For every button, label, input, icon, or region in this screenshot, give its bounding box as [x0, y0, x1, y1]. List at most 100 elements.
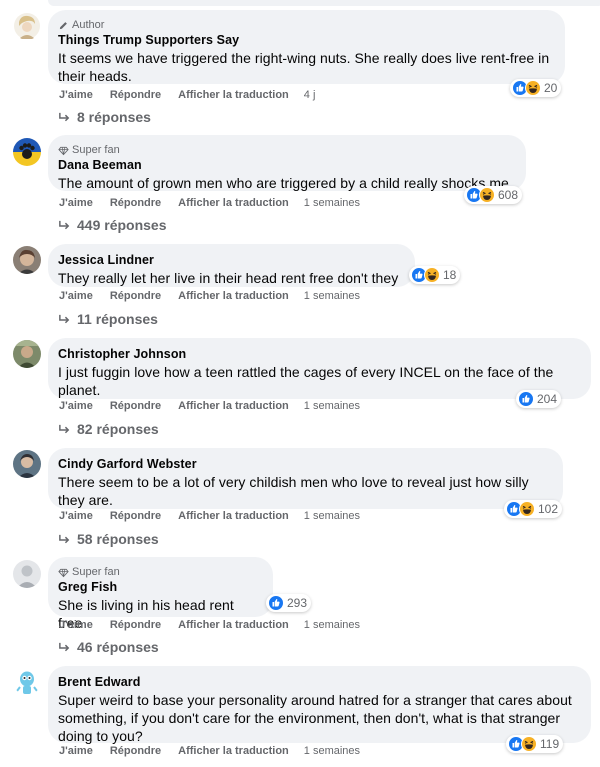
translate-link[interactable]: Afficher la traduction	[178, 87, 289, 103]
translate-link[interactable]: Afficher la traduction	[178, 195, 289, 211]
like-link[interactable]: J'aime	[59, 195, 93, 211]
reaction-summary[interactable]: 18	[409, 266, 461, 284]
comment-actions: J'aime Répondre Afficher la traduction 1…	[59, 617, 360, 633]
reply-link[interactable]: Répondre	[110, 398, 161, 414]
translate-link[interactable]: Afficher la traduction	[178, 398, 289, 414]
previous-comment-bubble-edge	[48, 0, 600, 6]
avatar[interactable]	[13, 138, 41, 166]
commenter-name[interactable]: Dana Beeman	[58, 157, 514, 173]
replies-count: 58 réponses	[77, 531, 159, 547]
diamond-icon	[58, 146, 69, 155]
reply-link[interactable]: Répondre	[110, 195, 161, 211]
comment-actions: J'aime Répondre Afficher la traduction 1…	[59, 195, 360, 211]
comment-text: I just fuggin love how a teen rattled th…	[58, 364, 554, 398]
haha-icon	[424, 267, 440, 283]
haha-icon	[479, 187, 495, 203]
avatar[interactable]	[13, 340, 41, 368]
reply-arrow-icon	[59, 642, 70, 651]
replies-link[interactable]: 46 réponses	[58, 637, 159, 657]
comment-text: Super weird to base your personality aro…	[58, 692, 572, 744]
avatar[interactable]	[13, 560, 41, 588]
replies-count: 82 réponses	[77, 421, 159, 437]
reply-link[interactable]: Répondre	[110, 508, 161, 524]
reaction-summary[interactable]: 204	[516, 390, 562, 408]
replies-link[interactable]: 449 réponses	[58, 215, 167, 235]
avatar[interactable]	[13, 12, 41, 40]
author-badge: Author	[58, 18, 553, 32]
comment-actions: J'aime Répondre Afficher la traduction 4…	[59, 87, 315, 103]
commenter-name[interactable]: Christopher Johnson	[58, 346, 579, 362]
haha-icon	[525, 80, 541, 96]
diamond-icon	[58, 568, 69, 577]
replies-link[interactable]: 8 réponses	[58, 107, 151, 127]
translate-link[interactable]: Afficher la traduction	[178, 743, 289, 759]
reaction-summary[interactable]: 293	[266, 594, 312, 612]
avatar[interactable]	[13, 667, 41, 695]
reply-link[interactable]: Répondre	[110, 288, 161, 304]
timestamp[interactable]: 1 semaines	[304, 617, 360, 633]
like-link[interactable]: J'aime	[59, 617, 93, 633]
reaction-count: 119	[540, 737, 560, 751]
translate-link[interactable]: Afficher la traduction	[178, 508, 289, 524]
reaction-count: 204	[537, 392, 558, 406]
like-icon	[518, 391, 534, 407]
timestamp[interactable]: 1 semaines	[304, 195, 360, 211]
reaction-summary[interactable]: 608	[464, 186, 523, 204]
like-link[interactable]: J'aime	[59, 743, 93, 759]
replies-link[interactable]: 58 réponses	[58, 529, 159, 549]
timestamp[interactable]: 1 semaines	[304, 508, 360, 524]
comment-actions: J'aime Répondre Afficher la traduction 1…	[59, 398, 360, 414]
comment-bubble: Jessica Lindner They really let her live…	[48, 244, 415, 287]
reply-arrow-icon	[59, 112, 70, 121]
reply-arrow-icon	[59, 220, 70, 229]
like-icon	[268, 595, 284, 611]
reaction-summary[interactable]: 119	[506, 735, 564, 753]
comment-bubble: Brent Edward Super weird to base your pe…	[48, 666, 591, 744]
commenter-name[interactable]: Jessica Lindner	[58, 252, 403, 268]
reply-link[interactable]: Répondre	[110, 617, 161, 633]
comment-actions: J'aime Répondre Afficher la traduction 1…	[59, 743, 360, 759]
replies-link[interactable]: 11 réponses	[58, 309, 158, 329]
reply-arrow-icon	[59, 534, 70, 543]
reply-link[interactable]: Répondre	[110, 87, 161, 103]
like-link[interactable]: J'aime	[59, 87, 93, 103]
timestamp[interactable]: 4 j	[304, 87, 316, 103]
badge-label: Author	[72, 19, 105, 31]
reply-arrow-icon	[59, 314, 70, 323]
reply-link[interactable]: Répondre	[110, 743, 161, 759]
reaction-count: 293	[287, 596, 308, 610]
commenter-name[interactable]: Things Trump Supporters Say	[58, 32, 553, 48]
timestamp[interactable]: 1 semaines	[304, 398, 360, 414]
comment-text: The amount of grown men who are triggere…	[58, 175, 513, 191]
reply-arrow-icon	[59, 424, 70, 433]
replies-count: 46 réponses	[77, 639, 159, 655]
haha-icon	[519, 501, 535, 517]
timestamp[interactable]: 1 semaines	[304, 743, 360, 759]
avatar[interactable]	[13, 450, 41, 478]
translate-link[interactable]: Afficher la traduction	[178, 617, 289, 633]
translate-link[interactable]: Afficher la traduction	[178, 288, 289, 304]
replies-link[interactable]: 82 réponses	[58, 419, 159, 439]
like-link[interactable]: J'aime	[59, 398, 93, 414]
haha-icon	[521, 736, 537, 752]
commenter-name[interactable]: Greg Fish	[58, 579, 261, 595]
comment-actions: J'aime Répondre Afficher la traduction 1…	[59, 508, 360, 524]
comment-text: It seems we have triggered the right-win…	[58, 50, 550, 84]
badge-label: Super fan	[72, 566, 120, 578]
comment-bubble: Christopher Johnson I just fuggin love h…	[48, 338, 591, 399]
like-link[interactable]: J'aime	[59, 288, 93, 304]
comment-text: They really let her live in their head r…	[58, 270, 399, 286]
like-link[interactable]: J'aime	[59, 508, 93, 524]
replies-count: 8 réponses	[77, 109, 151, 125]
comment-actions: J'aime Répondre Afficher la traduction 1…	[59, 288, 360, 304]
commenter-name[interactable]: Cindy Garford Webster	[58, 456, 551, 472]
reaction-summary[interactable]: 102	[504, 500, 563, 518]
commenter-name[interactable]: Brent Edward	[58, 674, 579, 690]
super-fan-badge: Super fan	[58, 143, 514, 157]
badge-label: Super fan	[72, 144, 120, 156]
timestamp[interactable]: 1 semaines	[304, 288, 360, 304]
avatar[interactable]	[13, 246, 41, 274]
reaction-summary[interactable]: 20	[510, 79, 562, 97]
super-fan-badge: Super fan	[58, 565, 261, 579]
reaction-count: 608	[498, 188, 519, 202]
